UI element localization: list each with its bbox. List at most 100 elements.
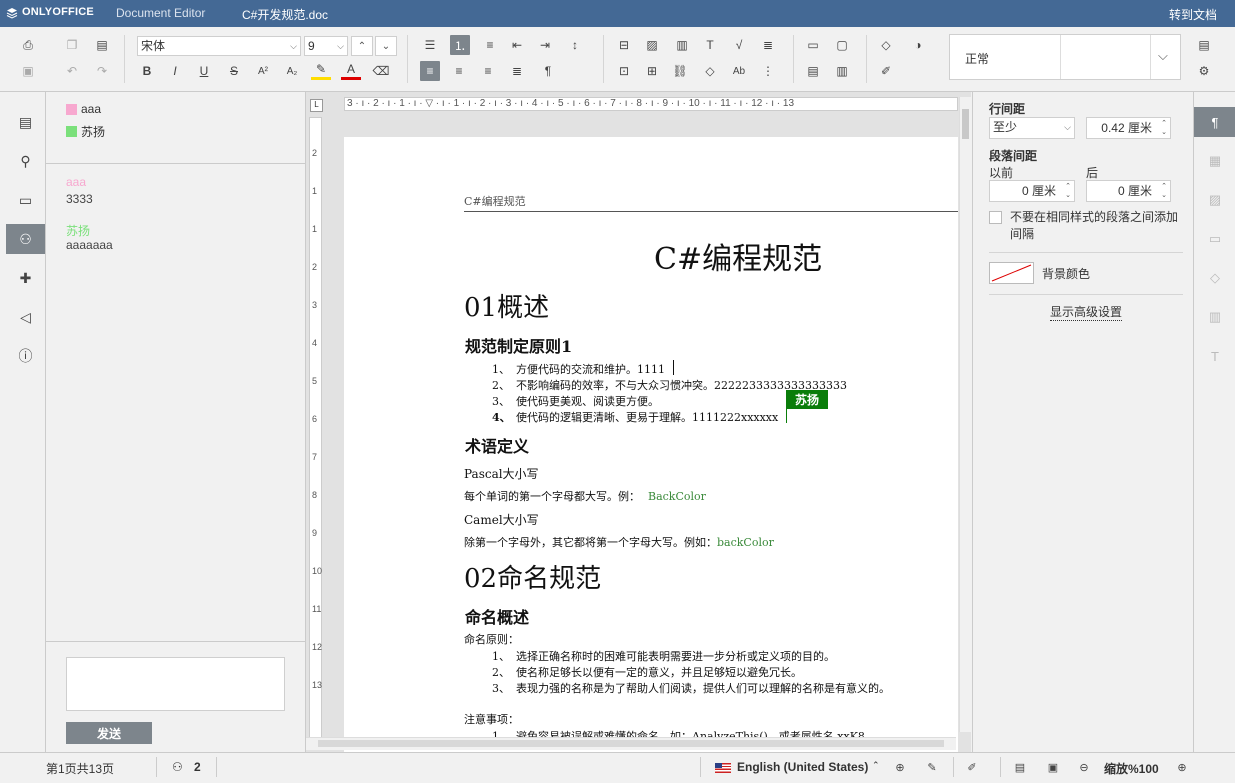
heading-principles[interactable]: 规范制定原则1 [465,333,572,357]
highlight-color-icon[interactable]: ✎ [311,61,331,80]
insert-textbox-icon[interactable]: T [700,35,720,55]
subscript-icon[interactable]: A₂ [282,61,302,81]
vertical-scrollbar[interactable] [959,97,971,732]
heading-terms[interactable]: 术语定义 [465,433,529,457]
page-orientation-icon[interactable]: ▭ [803,35,823,55]
font-color-icon[interactable]: A [341,61,361,80]
style-normal[interactable]: 正常 [965,50,989,67]
horizontal-scrollbar[interactable] [306,737,956,750]
page-break-icon[interactable]: ⊟ [614,35,634,55]
chat-message-input[interactable] [66,657,285,711]
heading-naming[interactable]: 02命名规范 [464,558,601,595]
spinner-arrows-icon[interactable]: ⌃ ⌄ [1065,182,1071,200]
feedback-icon[interactable]: ◁ [6,302,45,332]
insert-header-footer-icon[interactable]: ⊡ [614,61,634,81]
align-center-icon[interactable]: ≡ [449,61,469,81]
redo-icon[interactable]: ↷ [92,61,112,81]
header-footer-settings-icon[interactable]: ▭ [1194,224,1235,254]
chart-settings-icon[interactable]: ▥ [1194,302,1235,332]
font-name-select[interactable]: 宋体 ⌵ [137,36,301,56]
copy-style-icon[interactable]: ✐ [876,61,896,81]
heading-naming-overview[interactable]: 命名概述 [465,604,529,628]
zoom-level[interactable]: 缩放%100 [1104,760,1159,777]
spinner-arrows-icon[interactable]: ⌃ ⌄ [1161,182,1167,200]
paragraph-settings-icon[interactable]: ¶ [1194,107,1235,137]
style-gallery[interactable]: 正常 ⌵ [949,34,1181,80]
eraser-icon[interactable]: ◇ [876,35,896,55]
spinner-arrows-icon[interactable]: ⌃ ⌄ [1161,119,1167,137]
chevron-down-icon[interactable]: ⌵ [1158,48,1168,64]
line-spacing-type-select[interactable]: 至少 ⌵ [989,117,1075,139]
go-to-documents-link[interactable]: 转到文档 [1169,6,1217,23]
text-art-settings-icon[interactable]: T [1194,341,1235,371]
zoom-out-icon[interactable]: ⊖ [1076,759,1092,775]
camel-description[interactable]: 除第一个字母外，其它都将第一个字母大写。例如：backColor [464,534,774,550]
align-left-icon[interactable]: ≡ [420,61,440,81]
plugins-icon[interactable]: ✚ [6,263,45,293]
users-count[interactable]: 2 [194,760,201,774]
scroll-thumb[interactable] [962,109,969,139]
tab-stop-selector[interactable]: L [310,99,323,112]
file-icon[interactable]: ▤ [6,107,45,137]
document-language[interactable]: English (United States) [737,760,868,774]
underline-icon[interactable]: U [194,61,214,81]
paragraph-marks-icon[interactable]: ¶ [538,61,558,81]
users-icon[interactable]: ⚇ [172,760,183,774]
insert-link-icon[interactable]: ⛓ [670,61,690,81]
line-spacing-value-input[interactable]: 0.42 厘米 ⌃ ⌄ [1086,117,1171,139]
font-size-select[interactable]: 9 ⌵ [304,36,348,56]
chat-users-icon[interactable]: ⚇ [6,224,45,254]
spellcheck-icon[interactable]: ✎ [924,759,940,775]
zoom-in-icon[interactable]: ⊕ [1174,759,1190,775]
insert-shape-icon[interactable]: ◇ [700,61,720,81]
insert-text-art-icon[interactable]: Ab [729,61,749,81]
comments-icon[interactable]: ▭ [6,185,45,215]
copy-icon[interactable]: ❐ [62,35,82,55]
show-advanced-settings-link[interactable]: 显示高级设置 [1050,303,1123,321]
drop-cap-icon[interactable]: ≣ [758,35,778,55]
page-counter[interactable]: 第1页共13页 [46,760,114,777]
bold-icon[interactable]: B [137,61,157,81]
print-icon[interactable]: ⎙ [18,35,38,55]
undo-icon[interactable]: ↶ [62,61,82,81]
naming-principles-label[interactable]: 命名原则： [464,631,519,647]
scroll-thumb[interactable] [318,740,944,747]
insert-equation-icon[interactable]: √ [729,35,749,55]
chevron-up-icon[interactable]: ⌃ [872,760,880,771]
color-scheme-icon[interactable]: ◑ [908,35,928,55]
about-icon[interactable]: ⓘ [6,341,45,371]
increase-indent-icon[interactable]: ⇥ [535,35,555,55]
save-icon[interactable]: ▣ [18,61,38,81]
align-right-icon[interactable]: ≡ [478,61,498,81]
page-margins-icon[interactable]: ▢ [832,35,852,55]
decrease-font-size-icon[interactable]: ⌄ [375,36,397,56]
strikethrough-icon[interactable]: S [224,61,244,81]
table-settings-icon[interactable]: ▦ [1194,146,1235,176]
spacing-after-input[interactable]: 0 厘米 ⌃ ⌄ [1086,180,1171,202]
insert-image-icon[interactable]: ▨ [642,35,662,55]
shape-settings-icon[interactable]: ◇ [1194,263,1235,293]
spacing-before-input[interactable]: 0 厘米 ⌃ ⌄ [989,180,1075,202]
settings-gear-icon[interactable]: ⚙ [1194,61,1214,81]
document-page[interactable]: C#编程规范 C#编程规范 01概述 规范制定原则1 1、 方便代码的交流和维护。… [344,137,958,752]
fit-page-icon[interactable]: ▤ [1012,759,1028,775]
vertical-ruler[interactable]: 2 1 1 2 3 4 5 6 7 8 9 10 11 12 13 [309,117,322,747]
line-spacing-icon[interactable]: ↕ [565,35,585,55]
paste-icon[interactable]: ▤ [92,35,112,55]
camel-title[interactable]: Camel大小写 [464,511,539,528]
decrease-indent-icon[interactable]: ⇤ [507,35,527,55]
numbered-list-icon[interactable]: ⒈ [450,35,470,55]
pascal-title[interactable]: Pascal大小写 [464,465,539,482]
insert-columns-icon[interactable]: ▥ [832,61,852,81]
justify-icon[interactable]: ≣ [507,61,527,81]
track-changes-icon[interactable]: ✐ [964,759,980,775]
view-settings-icon[interactable]: ▤ [1194,35,1214,55]
heading-overview[interactable]: 01概述 [464,287,549,324]
notes-label[interactable]: 注意事项： [464,711,519,727]
insert-chart-icon[interactable]: ▥ [672,35,692,55]
send-button[interactable]: 发送 [66,722,152,744]
increase-font-size-icon[interactable]: ⌃ [351,36,373,56]
clear-style-icon[interactable]: ⌫ [371,61,391,81]
multilevel-list-icon[interactable]: ≡ [480,35,500,55]
page-size-icon[interactable]: ▤ [803,61,823,81]
